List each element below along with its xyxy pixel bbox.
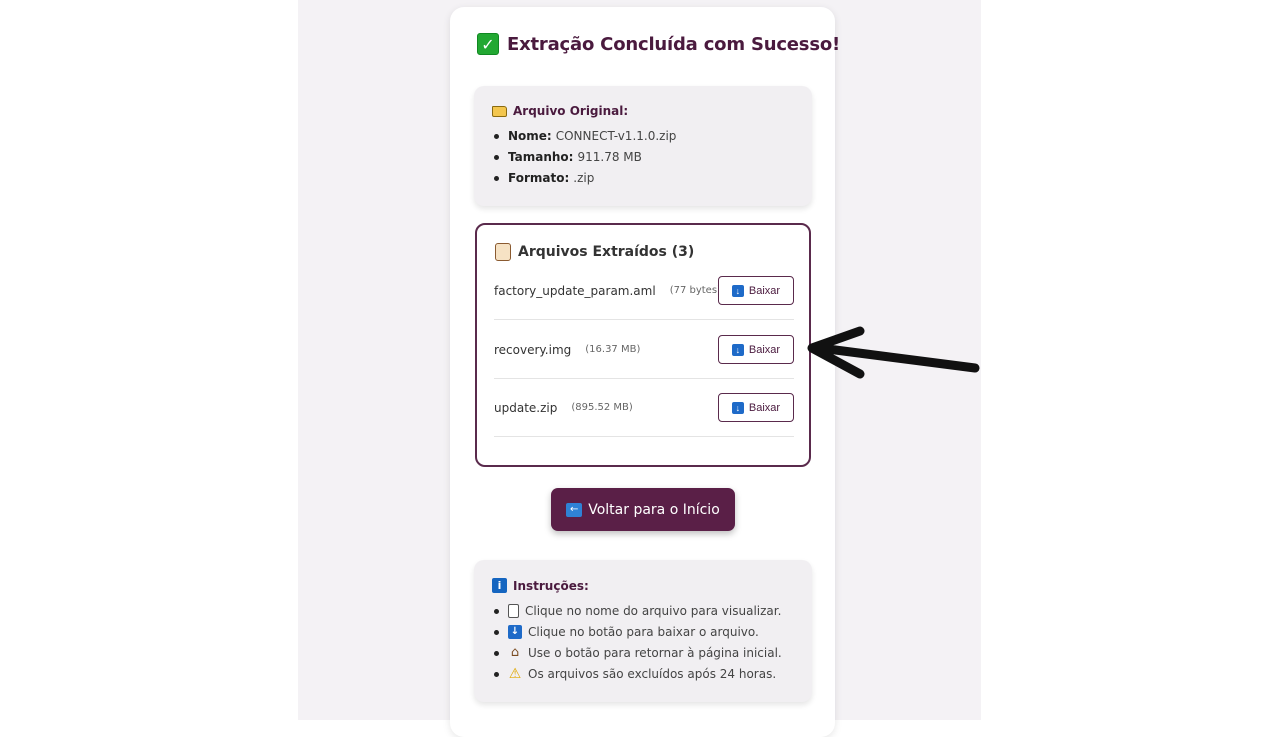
annotation-arrow-icon bbox=[807, 326, 980, 379]
